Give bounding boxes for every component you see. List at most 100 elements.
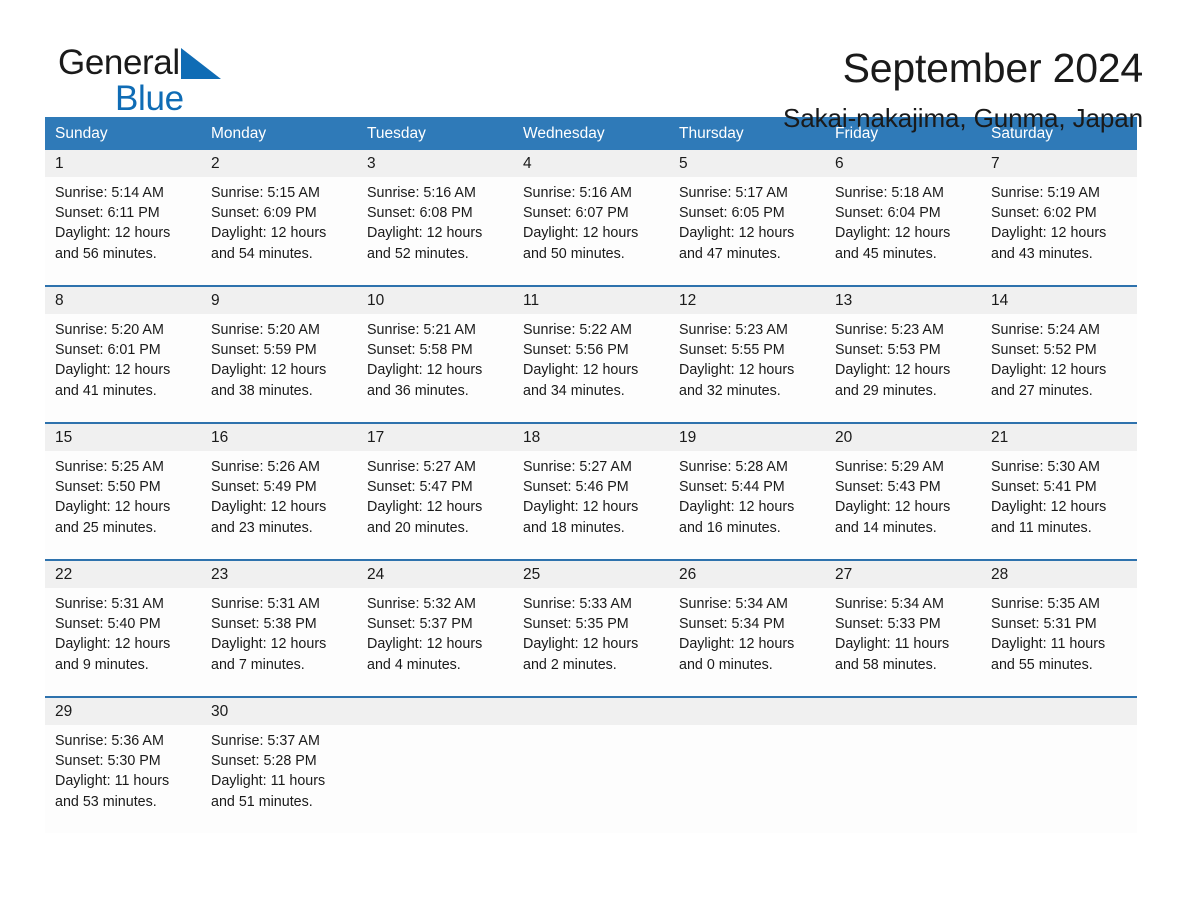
day-number[interactable]: 14 [981, 287, 1137, 314]
daylight-text: Daylight: 12 hours and 54 minutes. [211, 225, 327, 262]
day-cell: Sunrise: 5:19 AM Sunset: 6:02 PM Dayligh… [981, 183, 1137, 285]
day-cell: Sunrise: 5:16 AM Sunset: 6:08 PM Dayligh… [357, 183, 513, 285]
day-cell: Sunrise: 5:34 AM Sunset: 5:34 PM Dayligh… [669, 594, 825, 696]
daylight-text: Daylight: 12 hours and 14 minutes. [835, 499, 951, 536]
calendar-week-row: 15 16 17 18 19 20 21 Sunrise: 5:25 AM Su… [45, 422, 1137, 559]
daylight-text: Daylight: 12 hours and 43 minutes. [991, 225, 1107, 262]
day-number[interactable]: 15 [45, 424, 201, 451]
day-number[interactable]: 19 [669, 424, 825, 451]
day-number[interactable]: 3 [357, 150, 513, 177]
sunrise-text: Sunrise: 5:20 AM [211, 322, 320, 338]
day-cell: Sunrise: 5:23 AM Sunset: 5:55 PM Dayligh… [669, 320, 825, 422]
sunrise-text: Sunrise: 5:16 AM [367, 185, 476, 201]
day-number[interactable]: 18 [513, 424, 669, 451]
daylight-text: Daylight: 12 hours and 20 minutes. [367, 499, 483, 536]
week-day-details: Sunrise: 5:20 AM Sunset: 6:01 PM Dayligh… [45, 314, 1137, 422]
day-number[interactable]: 5 [669, 150, 825, 177]
sunset-text: Sunset: 6:04 PM [835, 205, 941, 222]
day-number[interactable]: 6 [825, 150, 981, 177]
sunrise-text: Sunrise: 5:23 AM [835, 322, 944, 338]
day-cell: Sunrise: 5:27 AM Sunset: 5:46 PM Dayligh… [513, 457, 669, 559]
day-number[interactable]: 23 [201, 561, 357, 588]
day-number[interactable]: 17 [357, 424, 513, 451]
day-number[interactable]: 9 [201, 287, 357, 314]
sunrise-text: Sunrise: 5:36 AM [55, 733, 164, 749]
weekday-header-saturday: Saturday [991, 125, 1054, 142]
day-number[interactable]: 20 [825, 424, 981, 451]
day-cell: Sunrise: 5:16 AM Sunset: 6:07 PM Dayligh… [513, 183, 669, 285]
daylight-text: Daylight: 12 hours and 7 minutes. [211, 636, 327, 673]
sunrise-text: Sunrise: 5:25 AM [55, 459, 164, 475]
week-date-numbers: 22 23 24 25 26 27 28 [45, 561, 1137, 588]
logo-text-general: General [58, 43, 180, 82]
sunset-text: Sunset: 5:40 PM [55, 616, 161, 633]
day-number[interactable]: 1 [45, 150, 201, 177]
sunset-text: Sunset: 5:31 PM [991, 616, 1097, 633]
day-number[interactable]: 22 [45, 561, 201, 588]
daylight-text: Daylight: 11 hours and 58 minutes. [835, 636, 950, 673]
day-number[interactable]: 29 [45, 698, 201, 725]
sunrise-sunset-calendar: Sunday Monday Tuesday Wednesday Thursday… [45, 117, 1137, 833]
daylight-text: Daylight: 12 hours and 56 minutes. [55, 225, 171, 262]
day-cell: Sunrise: 5:17 AM Sunset: 6:05 PM Dayligh… [669, 183, 825, 285]
day-number[interactable]: 4 [513, 150, 669, 177]
day-number-empty [513, 698, 669, 725]
week-day-details: Sunrise: 5:31 AM Sunset: 5:40 PM Dayligh… [45, 588, 1137, 696]
day-number[interactable]: 24 [357, 561, 513, 588]
sunrise-text: Sunrise: 5:27 AM [367, 459, 476, 475]
day-number[interactable]: 30 [201, 698, 357, 725]
day-number[interactable]: 27 [825, 561, 981, 588]
sunrise-text: Sunrise: 5:34 AM [679, 596, 788, 612]
daylight-text: Daylight: 11 hours and 51 minutes. [211, 773, 326, 810]
daylight-text: Daylight: 12 hours and 25 minutes. [55, 499, 171, 536]
day-number[interactable]: 21 [981, 424, 1137, 451]
sunrise-text: Sunrise: 5:17 AM [679, 185, 788, 201]
week-day-details: Sunrise: 5:25 AM Sunset: 5:50 PM Dayligh… [45, 451, 1137, 559]
sunset-text: Sunset: 6:09 PM [211, 205, 317, 222]
sunset-text: Sunset: 5:33 PM [835, 616, 941, 633]
day-cell: Sunrise: 5:23 AM Sunset: 5:53 PM Dayligh… [825, 320, 981, 422]
sunrise-text: Sunrise: 5:33 AM [523, 596, 632, 612]
daylight-text: Daylight: 12 hours and 29 minutes. [835, 362, 951, 399]
generalblue-logo[interactable]: General Blue [45, 42, 275, 116]
sunset-text: Sunset: 5:49 PM [211, 479, 317, 496]
day-cell: Sunrise: 5:29 AM Sunset: 5:43 PM Dayligh… [825, 457, 981, 559]
day-number[interactable]: 8 [45, 287, 201, 314]
day-number[interactable]: 12 [669, 287, 825, 314]
day-number[interactable]: 25 [513, 561, 669, 588]
day-cell: Sunrise: 5:32 AM Sunset: 5:37 PM Dayligh… [357, 594, 513, 696]
day-number[interactable]: 26 [669, 561, 825, 588]
day-number[interactable]: 16 [201, 424, 357, 451]
sunrise-text: Sunrise: 5:27 AM [523, 459, 632, 475]
sunrise-text: Sunrise: 5:31 AM [211, 596, 320, 612]
day-number[interactable]: 7 [981, 150, 1137, 177]
sunrise-text: Sunrise: 5:24 AM [991, 322, 1100, 338]
sunrise-text: Sunrise: 5:30 AM [991, 459, 1100, 475]
daylight-text: Daylight: 12 hours and 2 minutes. [523, 636, 639, 673]
sunrise-text: Sunrise: 5:18 AM [835, 185, 944, 201]
week-date-numbers: 29 30 [45, 698, 1137, 725]
day-cell: Sunrise: 5:37 AM Sunset: 5:28 PM Dayligh… [201, 731, 357, 833]
week-date-numbers: 15 16 17 18 19 20 21 [45, 424, 1137, 451]
sunrise-text: Sunrise: 5:16 AM [523, 185, 632, 201]
daylight-text: Daylight: 12 hours and 18 minutes. [523, 499, 639, 536]
day-number[interactable]: 2 [201, 150, 357, 177]
sunset-text: Sunset: 6:08 PM [367, 205, 473, 222]
day-number[interactable]: 28 [981, 561, 1137, 588]
daylight-text: Daylight: 12 hours and 50 minutes. [523, 225, 639, 262]
daylight-text: Daylight: 12 hours and 27 minutes. [991, 362, 1107, 399]
day-number[interactable]: 13 [825, 287, 981, 314]
day-number-empty [357, 698, 513, 725]
sunset-text: Sunset: 5:59 PM [211, 342, 317, 359]
sunrise-text: Sunrise: 5:22 AM [523, 322, 632, 338]
sunset-text: Sunset: 5:30 PM [55, 753, 161, 770]
day-cell: Sunrise: 5:27 AM Sunset: 5:47 PM Dayligh… [357, 457, 513, 559]
daylight-text: Daylight: 12 hours and 38 minutes. [211, 362, 327, 399]
logo-triangle-icon [180, 48, 221, 79]
week-date-numbers: 8 9 10 11 12 13 14 [45, 287, 1137, 314]
calendar-week-row: 8 9 10 11 12 13 14 Sunrise: 5:20 AM Suns… [45, 285, 1137, 422]
weekday-header-sunday: Sunday [55, 125, 108, 142]
day-number[interactable]: 10 [357, 287, 513, 314]
sunset-text: Sunset: 6:01 PM [55, 342, 161, 359]
day-number[interactable]: 11 [513, 287, 669, 314]
